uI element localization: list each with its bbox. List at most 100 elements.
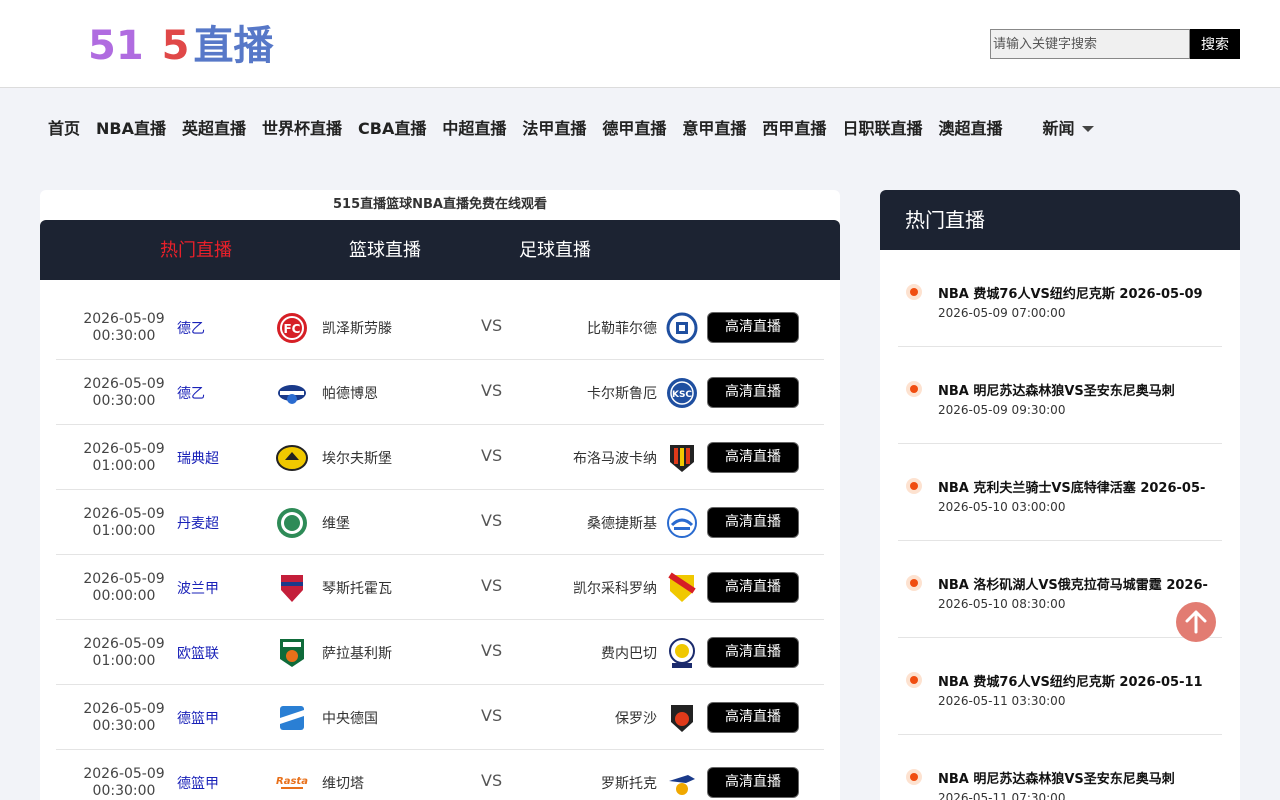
site-logo[interactable]: 51 5 直播: [88, 22, 274, 70]
tab-football-live[interactable]: 足球直播: [519, 220, 591, 280]
watch-hd-button[interactable]: 高清直播: [707, 637, 799, 668]
home-team-logo-icon: [278, 385, 306, 404]
league-link[interactable]: 德乙: [177, 318, 205, 338]
nav-item-bundesliga[interactable]: 德甲直播: [602, 115, 666, 139]
logo-part-5: 5: [161, 23, 190, 69]
sidebar-title: 热门直播: [880, 190, 1240, 250]
away-team-name: 罗斯托克: [601, 776, 657, 792]
league-link[interactable]: 德篮甲: [177, 773, 219, 793]
vs-label: VS: [481, 511, 503, 530]
home-team-name: 中央德国: [322, 711, 378, 727]
home-team-logo-icon: [277, 508, 307, 538]
home-team-logo-icon: [276, 445, 308, 471]
watch-hd-button[interactable]: 高清直播: [707, 702, 799, 733]
match-row: 2026-05-09 01:00:00 欧篮联 萨拉基利斯 VS 费内巴切 高清直…: [56, 620, 824, 685]
nav-item-ligue1[interactable]: 法甲直播: [522, 115, 586, 139]
hot-live-item[interactable]: NBA 克利夫兰骑士VS底特律活塞 2026-05- 2026-05-10 03…: [898, 444, 1222, 541]
hot-live-datetime: 2026-05-09 07:00:00: [938, 306, 1066, 320]
nav-item-premier-league[interactable]: 英超直播: [182, 115, 246, 139]
home-team-logo-icon: [280, 706, 304, 730]
match-panel: 515直播篮球NBA直播免费在线观看 热门直播 篮球直播 足球直播 2026-0…: [40, 190, 840, 800]
away-team-logo-icon: [667, 508, 697, 538]
match-time: 2026-05-09 00:00:00: [83, 571, 165, 604]
match-time: 2026-05-09 01:00:00: [83, 441, 165, 474]
hot-live-title: NBA 明尼苏达森林狼VS圣安东尼奥马刺: [938, 384, 1175, 399]
tab-basketball-live[interactable]: 篮球直播: [349, 220, 421, 280]
match-row: 2026-05-09 00:30:00 德篮甲 Rasta 维切塔 VS 罗斯托克…: [56, 750, 824, 800]
live-dot-icon: [906, 478, 922, 494]
nav-item-news[interactable]: 新闻: [1042, 115, 1095, 139]
main-nav: 首页 NBA直播 英超直播 世界杯直播 CBA直播 中超直播 法甲直播 德甲直播…: [40, 104, 1102, 150]
home-team-logo-icon: FC: [277, 313, 307, 343]
hot-live-title: NBA 费城76人VS纽约尼克斯 2026-05-11: [938, 675, 1203, 690]
match-row: 2026-05-09 01:00:00 瑞典超 埃尔夫斯堡 VS 布洛马波卡纳 高…: [56, 425, 824, 490]
hot-live-item[interactable]: NBA 费城76人VS纽约尼克斯 2026-05-09 2026-05-09 0…: [898, 250, 1222, 347]
watch-hd-button[interactable]: 高清直播: [707, 767, 799, 798]
league-link[interactable]: 欧篮联: [177, 643, 219, 663]
hot-live-datetime: 2026-05-10 03:00:00: [938, 500, 1066, 514]
league-link[interactable]: 德篮甲: [177, 708, 219, 728]
match-time: 2026-05-09 00:30:00: [83, 311, 165, 344]
nav-item-nba[interactable]: NBA直播: [96, 115, 166, 139]
match-time: 2026-05-09 00:30:00: [83, 766, 165, 799]
hot-live-item[interactable]: NBA 费城76人VS纽约尼克斯 2026-05-11 2026-05-11 0…: [898, 638, 1222, 735]
match-time: 2026-05-09 01:00:00: [83, 636, 165, 669]
watch-hd-button[interactable]: 高清直播: [707, 442, 799, 473]
top-header: 51 5 直播 搜索: [0, 0, 1280, 88]
vs-label: VS: [481, 576, 503, 595]
hot-live-datetime: 2026-05-09 09:30:00: [938, 403, 1066, 417]
hot-live-list: NBA 费城76人VS纽约尼克斯 2026-05-09 2026-05-09 0…: [880, 250, 1240, 800]
away-team-name: 保罗沙: [615, 711, 657, 727]
match-list: 2026-05-09 00:30:00 德乙 FC 凯泽斯劳滕 VS 比勒菲尔德 …: [40, 280, 840, 800]
svg-text:Rasta: Rasta: [276, 776, 308, 787]
match-row: 2026-05-09 01:00:00 丹麦超 维堡 VS 桑德捷斯基 高清直播: [56, 490, 824, 555]
nav-item-la-liga[interactable]: 西甲直播: [762, 115, 826, 139]
league-link[interactable]: 德乙: [177, 383, 205, 403]
logo-part-live: 直播: [193, 23, 274, 69]
back-to-top-button[interactable]: [1176, 602, 1216, 642]
hot-live-item[interactable]: NBA 明尼苏达森林狼VS圣安东尼奥马刺 2026-05-11 07:30:00: [898, 735, 1222, 800]
search-input[interactable]: [990, 29, 1190, 59]
nav-item-serie-a[interactable]: 意甲直播: [682, 115, 746, 139]
vs-label: VS: [481, 381, 503, 400]
logo-part-51: 51: [88, 23, 144, 69]
away-team-logo-icon: [669, 775, 695, 795]
nav-item-cba[interactable]: CBA直播: [358, 115, 426, 139]
nav-item-home[interactable]: 首页: [48, 115, 80, 139]
league-link[interactable]: 波兰甲: [177, 578, 219, 598]
nav-item-csl[interactable]: 中超直播: [442, 115, 506, 139]
hot-live-item[interactable]: NBA 明尼苏达森林狼VS圣安东尼奥马刺 2026-05-09 09:30:00: [898, 347, 1222, 444]
watch-hd-button[interactable]: 高清直播: [707, 507, 799, 538]
league-link[interactable]: 瑞典超: [177, 448, 219, 468]
watch-hd-button[interactable]: 高清直播: [707, 312, 799, 343]
hot-live-datetime: 2026-05-11 03:30:00: [938, 694, 1066, 708]
home-team-name: 埃尔夫斯堡: [322, 451, 392, 467]
vs-label: VS: [481, 446, 503, 465]
match-time: 2026-05-09 00:30:00: [83, 701, 165, 734]
svg-text:FC: FC: [283, 322, 300, 336]
hot-live-title: NBA 明尼苏达森林狼VS圣安东尼奥马刺: [938, 772, 1175, 787]
hot-live-item[interactable]: NBA 洛杉矶湖人VS俄克拉荷马城雷霆 2026- 2026-05-10 08:…: [898, 541, 1222, 638]
away-team-name: 布洛马波卡纳: [573, 451, 657, 467]
match-row: 2026-05-09 00:30:00 德篮甲 中央德国 VS 保罗沙 高清直播: [56, 685, 824, 750]
match-row: 2026-05-09 00:30:00 德乙 帕德博恩 VS 卡尔斯鲁厄 KSC …: [56, 360, 824, 425]
match-row: 2026-05-09 00:00:00 波兰甲 琴斯托霍瓦 VS 凯尔采科罗纳 高…: [56, 555, 824, 620]
away-team-name: 桑德捷斯基: [587, 516, 657, 532]
home-team-name: 维切塔: [322, 776, 364, 792]
search-button[interactable]: 搜索: [1190, 29, 1240, 59]
away-team-logo-icon: [668, 572, 696, 602]
league-link[interactable]: 丹麦超: [177, 513, 219, 533]
hot-live-datetime: 2026-05-11 07:30:00: [938, 791, 1066, 800]
nav-item-world-cup[interactable]: 世界杯直播: [262, 115, 342, 139]
watch-hd-button[interactable]: 高清直播: [707, 572, 799, 603]
nav-item-j-league[interactable]: 日职联直播: [842, 115, 922, 139]
nav-news-label: 新闻: [1042, 119, 1075, 138]
home-team-name: 帕德博恩: [322, 386, 378, 402]
svg-text:KSC: KSC: [672, 390, 692, 400]
home-team-name: 琴斯托霍瓦: [322, 581, 392, 597]
nav-item-a-league[interactable]: 澳超直播: [938, 115, 1002, 139]
vs-label: VS: [481, 316, 503, 335]
watch-hd-button[interactable]: 高清直播: [707, 377, 799, 408]
tab-hot-live[interactable]: 热门直播: [160, 220, 232, 280]
home-team-name: 凯泽斯劳滕: [322, 321, 392, 337]
